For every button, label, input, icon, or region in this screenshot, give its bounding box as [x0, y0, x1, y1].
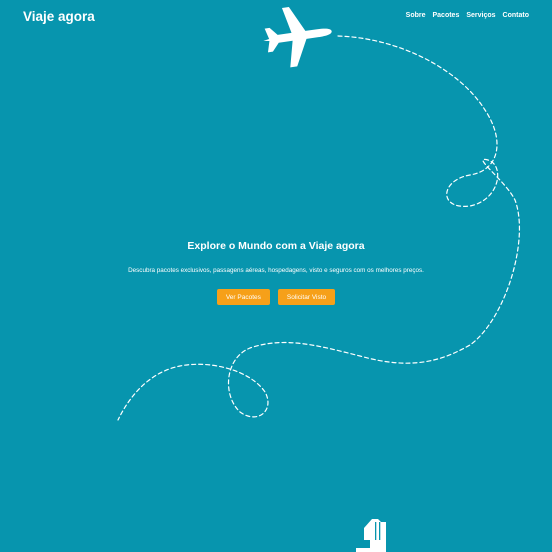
hero-section: Explore o Mundo com a Viaje agora Descub… — [0, 240, 552, 305]
airplane-icon — [263, 6, 332, 68]
dashed-flight-path — [117, 35, 521, 421]
hero-subtitle: Descubra pacotes exclusivos, passagens a… — [128, 267, 424, 274]
request-visa-button[interactable]: Solicitar Visto — [277, 289, 336, 305]
building-icon — [356, 519, 386, 552]
nav-link-contact[interactable]: Contato — [503, 12, 529, 19]
view-packages-button[interactable]: Ver Pacotes — [216, 289, 270, 305]
hero-title: Explore o Mundo com a Viaje agora — [187, 240, 365, 252]
nav-link-services[interactable]: Serviços — [466, 12, 495, 19]
nav-link-packages[interactable]: Pacotes — [433, 12, 460, 19]
hero-actions: Ver Pacotes Solicitar Visto — [0, 289, 552, 305]
page: Viaje agora Sobre Pacotes Serviços Conta… — [0, 0, 552, 552]
brand-logo[interactable]: Viaje agora — [23, 9, 95, 24]
main-nav: Sobre Pacotes Serviços Contato — [406, 12, 529, 19]
nav-link-about[interactable]: Sobre — [406, 12, 426, 19]
